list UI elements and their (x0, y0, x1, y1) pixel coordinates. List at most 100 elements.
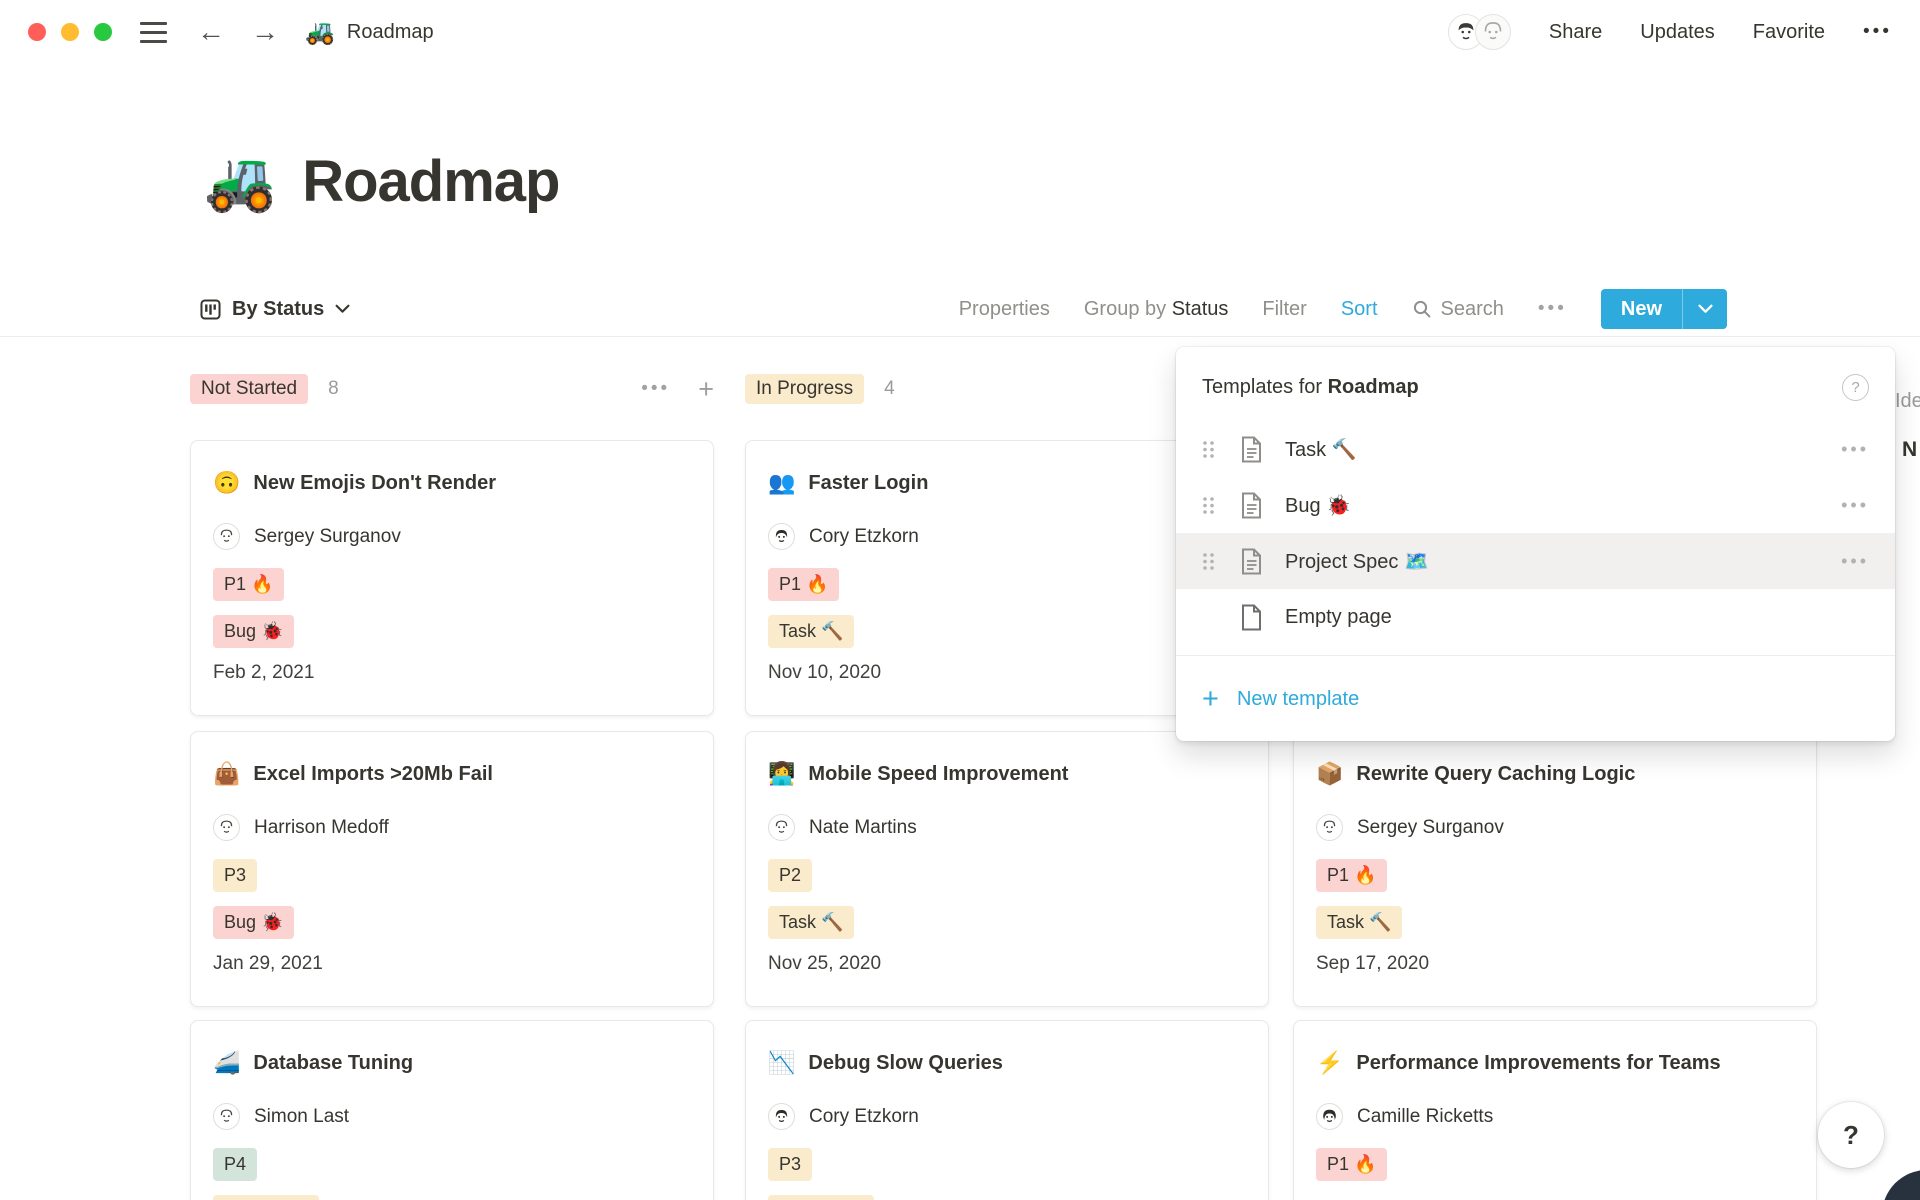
column-status-badge[interactable]: Not Started (190, 374, 308, 405)
card-title: Performance Improvements for Teams (1356, 1045, 1720, 1081)
template-more-icon[interactable]: ••• (1841, 551, 1869, 572)
template-list: Task 🔨 ••• Bug 🐞 ••• Project Spec 🗺️ •••… (1176, 421, 1895, 645)
card[interactable]: 🚄Database Tuning Simon Last P4 (190, 1020, 714, 1200)
search-label: Search (1441, 298, 1504, 321)
owner-name: Simon Last (254, 1106, 349, 1128)
card-icon: 👜 (213, 756, 240, 792)
view-name: By Status (232, 298, 324, 321)
card[interactable]: 📉Debug Slow Queries Cory Etzkorn P3 (745, 1020, 1269, 1200)
card[interactable]: ⚡ Performance Improvements for Teams Cami… (1293, 1020, 1817, 1200)
priority-badge: P4 (213, 1148, 257, 1181)
avatar (1475, 14, 1511, 50)
more-options-icon[interactable]: ••• (1863, 21, 1892, 43)
help-circle-icon[interactable]: ? (1842, 374, 1869, 401)
type-badge (768, 1195, 874, 1200)
messenger-bubble[interactable] (1882, 1170, 1920, 1200)
template-item-task[interactable]: Task 🔨 ••• (1176, 421, 1895, 477)
toolbar-divider (0, 336, 1920, 337)
priority-badge: P3 (768, 1148, 812, 1181)
owner-name: Sergey Surganov (254, 526, 401, 548)
owner-name: Harrison Medoff (254, 817, 389, 839)
avatar (213, 523, 240, 550)
chevron-down-icon (335, 304, 350, 314)
avatar (1316, 814, 1343, 841)
drag-handle-icon[interactable] (1202, 552, 1218, 571)
document-icon (1240, 548, 1263, 575)
card-icon: 📉 (768, 1045, 795, 1081)
view-more-options-icon[interactable]: ••• (1538, 298, 1567, 320)
card[interactable]: 👩‍💻Mobile Speed Improvement Nate Martins… (745, 731, 1269, 1007)
drag-handle-icon[interactable] (1202, 440, 1218, 459)
favorite-button[interactable]: Favorite (1753, 21, 1825, 44)
back-arrow-icon[interactable]: ← (197, 18, 225, 46)
column-more-icon[interactable]: ••• (641, 378, 670, 400)
template-label: Project Spec 🗺️ (1285, 549, 1429, 574)
card[interactable]: 👜Excel Imports >20Mb Fail Harrison Medof… (190, 731, 714, 1007)
document-icon (1240, 492, 1263, 519)
column-header: Not Started 8 ••• + (190, 372, 714, 406)
priority-badge: P3 (213, 859, 257, 892)
templates-popup: Templates for Roadmap ? Task 🔨 ••• Bug 🐞… (1176, 347, 1895, 741)
card-title: New Emojis Don't Render (253, 465, 496, 501)
close-window-button[interactable] (28, 23, 46, 41)
column-status-badge[interactable]: In Progress (745, 374, 864, 405)
properties-button[interactable]: Properties (959, 298, 1050, 321)
view-toolbar: By Status Properties Group by Status Fil… (200, 282, 1727, 336)
template-item-bug[interactable]: Bug 🐞 ••• (1176, 477, 1895, 533)
new-button-label[interactable]: New (1601, 289, 1682, 329)
sort-button[interactable]: Sort (1341, 298, 1378, 321)
share-button[interactable]: Share (1549, 21, 1602, 44)
template-item-empty-page[interactable]: Empty page (1176, 589, 1895, 645)
template-item-project-spec[interactable]: Project Spec 🗺️ ••• (1176, 533, 1895, 589)
sidebar-toggle-icon[interactable] (140, 22, 167, 43)
breadcrumb-page-title[interactable]: Roadmap (347, 21, 434, 44)
empty-page-icon (1240, 604, 1263, 631)
topbar: ← → 🚜 Roadmap Share Updates Favorite ••• (0, 0, 1920, 64)
card[interactable]: 🙃New Emojis Don't Render Sergey Surganov… (190, 440, 714, 716)
help-button[interactable]: ? (1818, 1102, 1884, 1168)
collaborator-avatars[interactable] (1448, 14, 1511, 50)
priority-badge: P1 🔥 (213, 568, 284, 601)
avatar (213, 1103, 240, 1130)
new-template-button[interactable]: + New template (1176, 656, 1895, 742)
breadcrumb-page-icon: 🚜 (305, 18, 335, 47)
card-icon: 📦 (1316, 756, 1343, 792)
new-button-dropdown[interactable] (1682, 289, 1727, 329)
search-button[interactable]: Search (1412, 298, 1504, 321)
column-count: 8 (328, 378, 339, 400)
type-badge: Bug 🐞 (213, 615, 294, 648)
card-title: Mobile Speed Improvement (808, 756, 1068, 792)
owner-name: Camille Ricketts (1357, 1106, 1493, 1128)
minimize-window-button[interactable] (61, 23, 79, 41)
updates-button[interactable]: Updates (1640, 21, 1715, 44)
filter-button[interactable]: Filter (1262, 298, 1306, 321)
topbar-actions: Share Updates Favorite ••• (1448, 14, 1892, 50)
avatar (213, 814, 240, 841)
new-button[interactable]: New (1601, 289, 1727, 329)
document-icon (1240, 436, 1263, 463)
board-view-icon (200, 299, 221, 320)
priority-badge: P2 (768, 859, 812, 892)
template-more-icon[interactable]: ••• (1841, 495, 1869, 516)
card-title: Database Tuning (253, 1045, 413, 1081)
view-switcher[interactable]: By Status (200, 298, 350, 321)
zoom-window-button[interactable] (94, 23, 112, 41)
owner-name: Nate Martins (809, 817, 917, 839)
card[interactable]: 📦Rewrite Query Caching Logic Sergey Surg… (1293, 731, 1817, 1007)
group-by-button[interactable]: Group by Status (1084, 298, 1229, 321)
priority-badge: P1 🔥 (768, 568, 839, 601)
avatar (768, 523, 795, 550)
card-icon: ⚡ (1316, 1045, 1343, 1081)
template-more-icon[interactable]: ••• (1841, 439, 1869, 460)
forward-arrow-icon[interactable]: → (251, 18, 279, 46)
type-badge (213, 1195, 319, 1200)
type-badge: Task 🔨 (1316, 906, 1402, 939)
template-label: Task 🔨 (1285, 437, 1357, 462)
drag-handle-icon[interactable] (1202, 496, 1218, 515)
avatar (768, 1103, 795, 1130)
card-date: Sep 17, 2020 (1316, 953, 1794, 975)
card-title: Rewrite Query Caching Logic (1356, 756, 1635, 792)
column-add-card-icon[interactable]: + (698, 376, 714, 403)
page-icon[interactable]: 🚜 (204, 153, 276, 211)
avatar (1316, 1103, 1343, 1130)
